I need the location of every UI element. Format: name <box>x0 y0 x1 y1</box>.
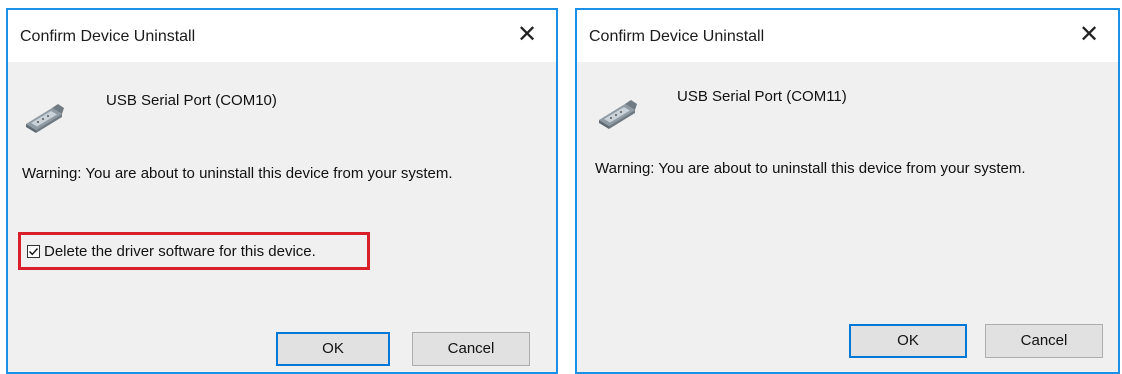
delete-driver-checkbox-row[interactable]: Delete the driver software for this devi… <box>18 232 370 270</box>
close-icon[interactable]: ✕ <box>1074 20 1104 50</box>
ok-button[interactable]: OK <box>276 332 390 366</box>
dialog-titlebar: Confirm Device Uninstall ✕ <box>8 10 556 62</box>
serial-port-connector-icon <box>26 104 64 133</box>
screenshot-stage: Confirm Device Uninstall ✕ USB Serial Po… <box>0 0 1122 374</box>
dialog-title: Confirm Device Uninstall <box>20 28 196 45</box>
cancel-button[interactable]: Cancel <box>985 324 1103 358</box>
confirm-uninstall-dialog-com10: Confirm Device Uninstall ✕ USB Serial Po… <box>6 8 558 374</box>
dialog-titlebar: Confirm Device Uninstall ✕ <box>577 10 1118 62</box>
cancel-button[interactable]: Cancel <box>412 332 530 366</box>
checkmark-icon <box>29 247 39 255</box>
delete-driver-label[interactable]: Delete the driver software for this devi… <box>44 243 316 260</box>
delete-driver-checkbox[interactable] <box>27 244 40 258</box>
serial-port-connector-icon <box>599 100 637 129</box>
device-name: USB Serial Port (COM10) <box>106 92 277 109</box>
device-name: USB Serial Port (COM11) <box>677 88 847 105</box>
confirm-uninstall-dialog-com11: Confirm Device Uninstall ✕ USB Serial Po… <box>575 8 1120 374</box>
warning-text: Warning: You are about to uninstall this… <box>22 165 453 182</box>
ok-button[interactable]: OK <box>849 324 967 358</box>
dialog-title: Confirm Device Uninstall <box>589 28 765 45</box>
warning-text: Warning: You are about to uninstall this… <box>595 160 1026 177</box>
close-icon[interactable]: ✕ <box>512 20 542 50</box>
